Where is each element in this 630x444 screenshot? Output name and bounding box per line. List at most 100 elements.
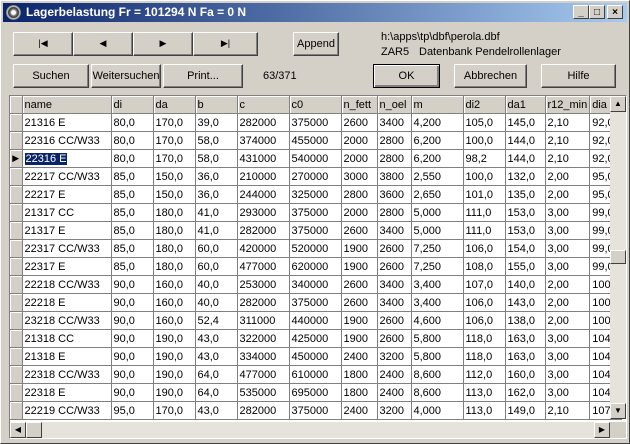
cell-b[interactable]: 41,0 (195, 221, 238, 240)
cell-name[interactable]: 23218 CC/W33 (22, 311, 112, 330)
cell-n-fett[interactable]: 2600 (341, 221, 378, 240)
table-row[interactable]: 21316 E 80,0 170,0 39,0 282000 375000 2600 3400… (10, 113, 622, 132)
cell-c0[interactable]: 455000 (289, 131, 342, 150)
minimize-button[interactable]: _ (573, 5, 589, 19)
cell-c0[interactable]: 375000 (289, 203, 342, 222)
cell-c[interactable]: 535000 (237, 383, 290, 402)
cell-da[interactable]: 170,0 (153, 131, 196, 150)
cell-da[interactable]: 180,0 (153, 239, 196, 258)
column-header-n-fett[interactable]: n_fett (341, 96, 378, 114)
row-indicator[interactable] (10, 203, 23, 222)
cell-r12-min[interactable]: 3,00 (545, 329, 591, 348)
table-row[interactable]: 21318 E 90,0 190,0 43,0 334000 450000 2400 3200… (10, 347, 622, 366)
cell-b[interactable]: 43,0 (195, 329, 238, 348)
table-row[interactable]: 22316 CC/W33 80,0 170,0 58,0 374000 455000 200… (10, 131, 622, 150)
cell-di[interactable]: 80,0 (111, 149, 154, 168)
cell-da1[interactable]: 140,0 (505, 275, 546, 294)
cell-di[interactable]: 85,0 (111, 257, 154, 276)
cell-c0[interactable]: 695000 (289, 383, 342, 402)
cell-m[interactable]: 2,650 (411, 185, 464, 204)
column-header-name[interactable]: name (22, 96, 112, 114)
cell-m[interactable]: 5,800 (411, 329, 464, 348)
table-row[interactable]: 22219 CC/W33 95,0 170,0 43,0 282000 375000 240… (10, 401, 622, 420)
cell-r12-min[interactable]: 2,10 (545, 401, 591, 420)
cell-c[interactable]: 334000 (237, 347, 290, 366)
cell-da1[interactable]: 144,0 (505, 131, 546, 150)
cell-b[interactable]: 39,0 (195, 113, 238, 132)
cell-di2[interactable]: 108,0 (463, 257, 506, 276)
cell-da1[interactable]: 160,0 (505, 365, 546, 384)
print-button[interactable]: Print... (163, 64, 243, 88)
cell-di2[interactable]: 111,0 (463, 203, 506, 222)
cell-di2[interactable]: 107,0 (463, 275, 506, 294)
cell-m[interactable]: 5,000 (411, 203, 464, 222)
cell-c[interactable]: 420000 (237, 239, 290, 258)
cell-di[interactable]: 85,0 (111, 185, 154, 204)
row-indicator[interactable] (10, 311, 23, 330)
cell-n-fett[interactable]: 1900 (341, 329, 378, 348)
row-indicator[interactable] (10, 401, 23, 420)
cell-m[interactable]: 3,400 (411, 293, 464, 312)
cell-b[interactable]: 58,0 (195, 131, 238, 150)
cell-name[interactable]: 21316 E (22, 113, 112, 132)
cell-c0[interactable]: 375000 (289, 221, 342, 240)
nav-first-button[interactable]: |◀ (13, 32, 73, 56)
cell-name[interactable]: 21317 E (22, 221, 112, 240)
cell-n-fett[interactable]: 2800 (341, 185, 378, 204)
cell-r12-min[interactable]: 3,00 (545, 239, 591, 258)
suchen-button[interactable]: Suchen (13, 64, 89, 88)
data-grid[interactable]: name di da b c c0 n_fett n_oel m di2 da1 r12_min dia… (9, 95, 627, 439)
cell-m[interactable]: 6,200 (411, 149, 464, 168)
cell-n-oel[interactable]: 2800 (377, 131, 412, 150)
cell-da[interactable]: 150,0 (153, 167, 196, 186)
scroll-thumb[interactable] (610, 250, 626, 264)
scroll-right-icon[interactable]: ▶ (594, 422, 610, 438)
cell-di2[interactable]: 118,0 (463, 329, 506, 348)
cell-da1[interactable]: 163,0 (505, 329, 546, 348)
cell-n-oel[interactable]: 2600 (377, 329, 412, 348)
cell-n-oel[interactable]: 3400 (377, 113, 412, 132)
cell-name[interactable]: 22217 CC/W33 (22, 167, 112, 186)
nav-last-button[interactable]: ▶| (193, 32, 258, 56)
cell-n-fett[interactable]: 2000 (341, 149, 378, 168)
cell-r12-min[interactable]: 3,00 (545, 365, 591, 384)
cell-di[interactable]: 85,0 (111, 203, 154, 222)
row-indicator[interactable] (10, 167, 23, 186)
cell-c[interactable]: 374000 (237, 131, 290, 150)
table-row[interactable]: 21318 CC 90,0 190,0 43,0 322000 425000 1900 260… (10, 329, 622, 348)
cell-name[interactable]: 22218 E (22, 293, 112, 312)
nav-prev-button[interactable]: ◀ (73, 32, 133, 56)
cell-da1[interactable]: 138,0 (505, 311, 546, 330)
cell-c[interactable]: 253000 (237, 275, 290, 294)
cell-da[interactable]: 180,0 (153, 203, 196, 222)
cell-di2[interactable]: 113,0 (463, 383, 506, 402)
cell-n-oel[interactable]: 2800 (377, 203, 412, 222)
table-row[interactable]: 22218 CC/W33 90,0 160,0 40,0 253000 340000 260… (10, 275, 622, 294)
row-indicator[interactable] (10, 329, 23, 348)
cell-name[interactable]: 22317 E (22, 257, 112, 276)
cell-di2[interactable]: 106,0 (463, 293, 506, 312)
cell-c[interactable]: 477000 (237, 365, 290, 384)
row-indicator[interactable] (10, 383, 23, 402)
cell-c0[interactable]: 325000 (289, 185, 342, 204)
table-row[interactable]: 23218 CC/W33 90,0 160,0 52,4 311000 440000 190… (10, 311, 622, 330)
cell-name[interactable]: 22317 CC/W33 (22, 239, 112, 258)
row-indicator[interactable] (10, 347, 23, 366)
cell-da1[interactable]: 154,0 (505, 239, 546, 258)
cell-c0[interactable]: 450000 (289, 347, 342, 366)
cell-di[interactable]: 80,0 (111, 113, 154, 132)
table-row[interactable]: 21317 E 85,0 180,0 41,0 282000 375000 2600 3400… (10, 221, 622, 240)
cell-m[interactable]: 6,200 (411, 131, 464, 150)
cell-di2[interactable]: 105,0 (463, 113, 506, 132)
cell-m[interactable]: 7,250 (411, 257, 464, 276)
cell-di2[interactable]: 98,2 (463, 149, 506, 168)
cell-di2[interactable]: 106,0 (463, 239, 506, 258)
column-header-di[interactable]: di (111, 96, 154, 114)
cell-c[interactable]: 322000 (237, 329, 290, 348)
cell-n-fett[interactable]: 2400 (341, 347, 378, 366)
table-row[interactable]: ▶ 22316 E 80,0 170,0 58,0 431000 540000 2000 280… (10, 149, 622, 168)
cell-r12-min[interactable]: 2,00 (545, 185, 591, 204)
cell-b[interactable]: 43,0 (195, 347, 238, 366)
cell-m[interactable]: 4,200 (411, 113, 464, 132)
cell-b[interactable]: 36,0 (195, 185, 238, 204)
